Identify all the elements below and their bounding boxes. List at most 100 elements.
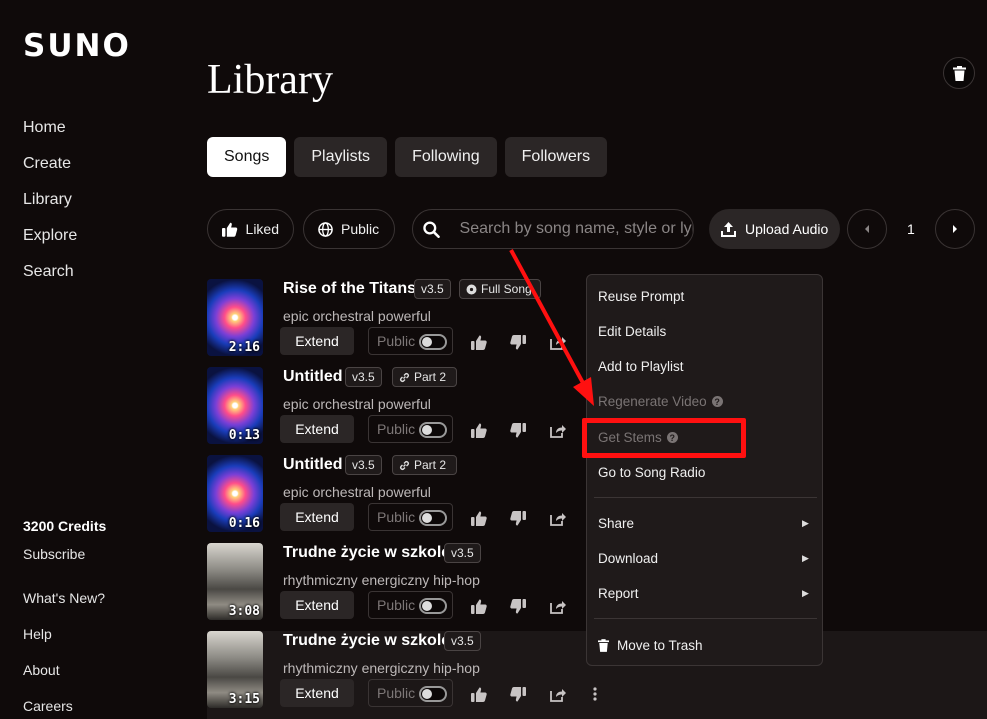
menu-item-download[interactable]: Download ▶ (598, 551, 818, 566)
part-badge[interactable]: Part 2 (392, 367, 457, 387)
link-icon (400, 372, 409, 382)
public-filter-button[interactable]: Public (303, 209, 395, 249)
thumbs-up-icon[interactable] (470, 509, 488, 527)
song-context-menu: Reuse Prompt Edit Details Add to Playlis… (586, 274, 823, 666)
toggle-switch[interactable] (419, 686, 447, 702)
menu-item-regenerate-video[interactable]: Regenerate Video ? (598, 394, 723, 409)
share-icon[interactable] (549, 421, 567, 439)
toggle-switch[interactable] (419, 510, 447, 526)
thumbs-up-icon[interactable] (470, 597, 488, 615)
song-style: rhythmiczny energiczny hip-hop (283, 572, 480, 588)
public-label: Public (341, 221, 380, 237)
record-icon (466, 284, 477, 294)
share-label: Share (598, 516, 635, 531)
move-to-trash-label: Move to Trash (617, 638, 703, 653)
extend-button[interactable]: Extend (280, 415, 354, 443)
menu-item-move-to-trash[interactable]: Move to Trash (598, 638, 703, 653)
sidebar-item-library[interactable]: Library (23, 191, 77, 227)
public-toggle[interactable]: Public (368, 327, 453, 355)
toggle-switch[interactable] (419, 598, 447, 614)
version-badge: v3.5 (414, 279, 451, 299)
subscribe-link[interactable]: Subscribe (23, 546, 85, 562)
part-label: Part 2 (414, 458, 447, 472)
public-toggle[interactable]: Public (368, 415, 453, 443)
song-cover-image[interactable]: 3:08 (207, 543, 263, 620)
song-title[interactable]: Untitled (283, 456, 343, 474)
extend-button[interactable]: Extend (280, 503, 354, 531)
menu-item-reuse-prompt[interactable]: Reuse Prompt (598, 289, 684, 304)
extend-button[interactable]: Extend (280, 327, 354, 355)
menu-item-report[interactable]: Report ▶ (598, 586, 818, 601)
tab-playlists[interactable]: Playlists (294, 137, 388, 177)
next-page-button[interactable] (935, 209, 975, 249)
more-options-icon[interactable] (586, 685, 604, 703)
suno-logo[interactable]: SUNO (23, 28, 131, 64)
thumbs-up-icon[interactable] (470, 421, 488, 439)
tab-songs[interactable]: Songs (207, 137, 287, 177)
song-duration: 0:16 (228, 516, 260, 531)
thumbs-down-icon[interactable] (509, 509, 527, 527)
menu-item-add-to-playlist[interactable]: Add to Playlist (598, 359, 684, 374)
full-song-badge[interactable]: Full Song (459, 279, 541, 299)
thumbs-up-icon (222, 222, 238, 237)
sidebar-item-explore[interactable]: Explore (23, 227, 77, 263)
song-title[interactable]: Untitled (283, 368, 343, 386)
toggle-switch[interactable] (419, 334, 447, 350)
search-icon (423, 221, 440, 238)
thumbs-up-icon[interactable] (470, 685, 488, 703)
about-link[interactable]: About (23, 662, 105, 698)
version-badge: v3.5 (444, 543, 481, 563)
search-input[interactable] (459, 220, 693, 238)
version-badge: v3.5 (345, 455, 382, 475)
share-icon[interactable] (549, 333, 567, 351)
song-cover-image[interactable]: 2:16 (207, 279, 263, 356)
public-toggle[interactable]: Public (368, 679, 453, 707)
trash-button[interactable] (943, 57, 975, 89)
trash-icon (952, 65, 966, 81)
help-link[interactable]: Help (23, 626, 105, 662)
song-style: epic orchestral powerful (283, 484, 431, 500)
public-toggle[interactable]: Public (368, 591, 453, 619)
public-toggle-label: Public (377, 597, 416, 613)
menu-item-song-radio[interactable]: Go to Song Radio (598, 465, 705, 480)
public-toggle[interactable]: Public (368, 503, 453, 531)
whats-new-link[interactable]: What's New? (23, 590, 105, 626)
share-icon[interactable] (549, 685, 567, 703)
library-tabs: Songs Playlists Following Followers (207, 137, 608, 177)
thumbs-down-icon[interactable] (509, 597, 527, 615)
menu-item-edit-details[interactable]: Edit Details (598, 324, 666, 339)
song-duration: 3:15 (228, 692, 260, 707)
tab-following[interactable]: Following (395, 137, 497, 177)
song-title[interactable]: Trudne życie w szkole (283, 544, 450, 562)
sidebar-item-create[interactable]: Create (23, 155, 77, 191)
version-badge: v3.5 (345, 367, 382, 387)
thumbs-down-icon[interactable] (509, 685, 527, 703)
search-box[interactable] (412, 209, 694, 249)
song-title[interactable]: Trudne życie w szkole (283, 632, 450, 650)
thumbs-down-icon[interactable] (509, 333, 527, 351)
song-duration: 2:16 (228, 340, 260, 355)
thumbs-down-icon[interactable] (509, 421, 527, 439)
extend-button[interactable]: Extend (280, 679, 354, 707)
part-badge[interactable]: Part 2 (392, 455, 457, 475)
song-cover-image[interactable]: 0:13 (207, 367, 263, 444)
chevron-left-icon (865, 225, 869, 233)
version-badge: v3.5 (444, 631, 481, 651)
public-toggle-label: Public (377, 685, 416, 701)
liked-filter-button[interactable]: Liked (207, 209, 294, 249)
upload-audio-button[interactable]: Upload Audio (709, 209, 841, 249)
prev-page-button[interactable] (847, 209, 887, 249)
sidebar-item-search[interactable]: Search (23, 263, 77, 299)
song-cover-image[interactable]: 3:15 (207, 631, 263, 708)
share-icon[interactable] (549, 597, 567, 615)
toggle-switch[interactable] (419, 422, 447, 438)
careers-link[interactable]: Careers (23, 698, 105, 719)
thumbs-up-icon[interactable] (470, 333, 488, 351)
song-cover-image[interactable]: 0:16 (207, 455, 263, 532)
tab-followers[interactable]: Followers (504, 137, 608, 177)
share-icon[interactable] (549, 509, 567, 527)
menu-item-share[interactable]: Share ▶ (598, 516, 818, 531)
extend-button[interactable]: Extend (280, 591, 354, 619)
song-title[interactable]: Rise of the Titans (283, 280, 416, 298)
sidebar-item-home[interactable]: Home (23, 119, 77, 155)
